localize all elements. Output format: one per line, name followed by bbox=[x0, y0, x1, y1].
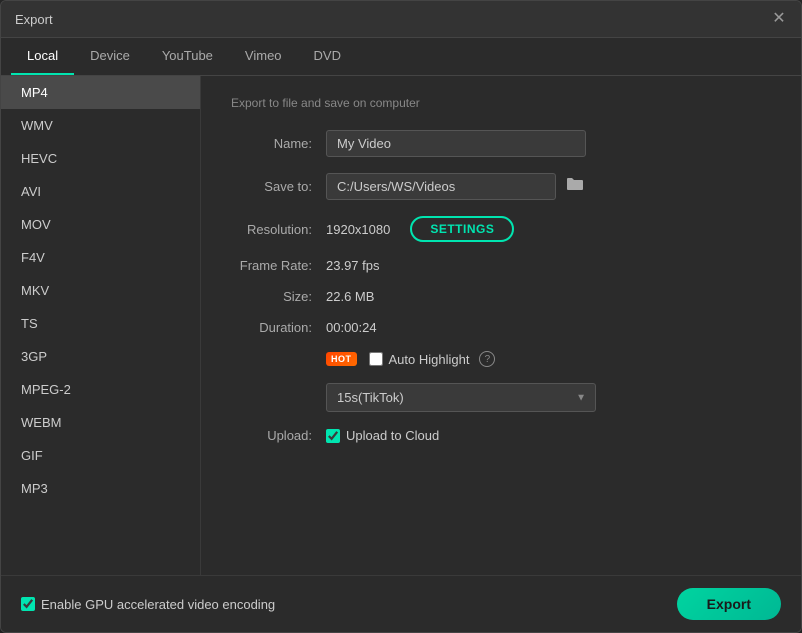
help-icon[interactable]: ? bbox=[479, 351, 495, 367]
name-row: Name: bbox=[231, 130, 771, 157]
sidebar-item-wmv[interactable]: WMV bbox=[1, 109, 200, 142]
sidebar-item-mov[interactable]: MOV bbox=[1, 208, 200, 241]
sidebar-item-mkv[interactable]: MKV bbox=[1, 274, 200, 307]
resolution-row: Resolution: 1920x1080 SETTINGS bbox=[231, 216, 771, 242]
resolution-value: 1920x1080 bbox=[326, 222, 390, 237]
resolution-label: Resolution: bbox=[231, 222, 326, 237]
save-to-label: Save to: bbox=[231, 179, 326, 194]
sidebar-item-webm[interactable]: WEBM bbox=[1, 406, 200, 439]
bottom-bar: Enable GPU accelerated video encoding Ex… bbox=[1, 575, 801, 632]
gpu-checkbox[interactable] bbox=[21, 597, 35, 611]
auto-highlight-checkbox[interactable] bbox=[369, 352, 383, 366]
export-window: Export ✕ Local Device YouTube Vimeo DVD … bbox=[0, 0, 802, 633]
tab-device[interactable]: Device bbox=[74, 38, 146, 75]
tiktok-dropdown-wrapper: 15s(TikTok) 30s(TikTok) bbox=[326, 383, 596, 412]
settings-button[interactable]: SETTINGS bbox=[410, 216, 514, 242]
sidebar-item-avi[interactable]: AVI bbox=[1, 175, 200, 208]
sidebar-item-ts[interactable]: TS bbox=[1, 307, 200, 340]
save-to-row: Save to: bbox=[231, 173, 771, 200]
resolution-controls: 1920x1080 SETTINGS bbox=[326, 216, 514, 242]
sidebar-item-mp4[interactable]: MP4 bbox=[1, 76, 200, 109]
gpu-label[interactable]: Enable GPU accelerated video encoding bbox=[41, 597, 275, 612]
duration-label: Duration: bbox=[231, 320, 326, 335]
save-to-controls bbox=[326, 173, 588, 200]
duration-value: 00:00:24 bbox=[326, 320, 377, 335]
name-label: Name: bbox=[231, 136, 326, 151]
upload-controls: Upload to Cloud bbox=[326, 428, 439, 443]
name-input[interactable] bbox=[326, 130, 586, 157]
tabs-bar: Local Device YouTube Vimeo DVD bbox=[1, 38, 801, 76]
sidebar-item-gif[interactable]: GIF bbox=[1, 439, 200, 472]
size-value: 22.6 MB bbox=[326, 289, 374, 304]
upload-checkbox[interactable] bbox=[326, 429, 340, 443]
content-area: MP4 WMV HEVC AVI MOV F4V MKV TS 3GP MPEG… bbox=[1, 76, 801, 575]
tiktok-row: 15s(TikTok) 30s(TikTok) bbox=[231, 383, 771, 412]
upload-row: Upload: Upload to Cloud bbox=[231, 428, 771, 443]
size-label: Size: bbox=[231, 289, 326, 304]
folder-icon[interactable] bbox=[562, 174, 588, 199]
main-panel: Export to file and save on computer Name… bbox=[201, 76, 801, 575]
export-subtitle: Export to file and save on computer bbox=[231, 96, 771, 110]
sidebar-item-mp3[interactable]: MP3 bbox=[1, 472, 200, 505]
window-title: Export bbox=[15, 12, 53, 27]
hot-badge: HOT bbox=[326, 352, 357, 366]
sidebar-item-mpeg2[interactable]: MPEG-2 bbox=[1, 373, 200, 406]
export-button[interactable]: Export bbox=[677, 588, 781, 620]
save-path-input[interactable] bbox=[326, 173, 556, 200]
size-row: Size: 22.6 MB bbox=[231, 289, 771, 304]
tab-local[interactable]: Local bbox=[11, 38, 74, 75]
auto-highlight-controls: HOT Auto Highlight ? bbox=[326, 351, 495, 367]
sidebar-item-f4v[interactable]: F4V bbox=[1, 241, 200, 274]
tab-youtube[interactable]: YouTube bbox=[146, 38, 229, 75]
upload-label: Upload: bbox=[231, 428, 326, 443]
frame-rate-value: 23.97 fps bbox=[326, 258, 380, 273]
auto-highlight-text: Auto Highlight bbox=[389, 352, 470, 367]
gpu-row: Enable GPU accelerated video encoding bbox=[21, 597, 275, 612]
upload-to-cloud-label[interactable]: Upload to Cloud bbox=[346, 428, 439, 443]
sidebar-item-3gp[interactable]: 3GP bbox=[1, 340, 200, 373]
close-button[interactable]: ✕ bbox=[771, 11, 787, 27]
frame-rate-row: Frame Rate: 23.97 fps bbox=[231, 258, 771, 273]
title-bar: Export ✕ bbox=[1, 1, 801, 38]
duration-row: Duration: 00:00:24 bbox=[231, 320, 771, 335]
format-sidebar: MP4 WMV HEVC AVI MOV F4V MKV TS 3GP MPEG… bbox=[1, 76, 201, 575]
tiktok-dropdown[interactable]: 15s(TikTok) 30s(TikTok) bbox=[326, 383, 596, 412]
tab-dvd[interactable]: DVD bbox=[298, 38, 357, 75]
tab-vimeo[interactable]: Vimeo bbox=[229, 38, 298, 75]
auto-highlight-row: HOT Auto Highlight ? bbox=[231, 351, 771, 367]
frame-rate-label: Frame Rate: bbox=[231, 258, 326, 273]
sidebar-item-hevc[interactable]: HEVC bbox=[1, 142, 200, 175]
